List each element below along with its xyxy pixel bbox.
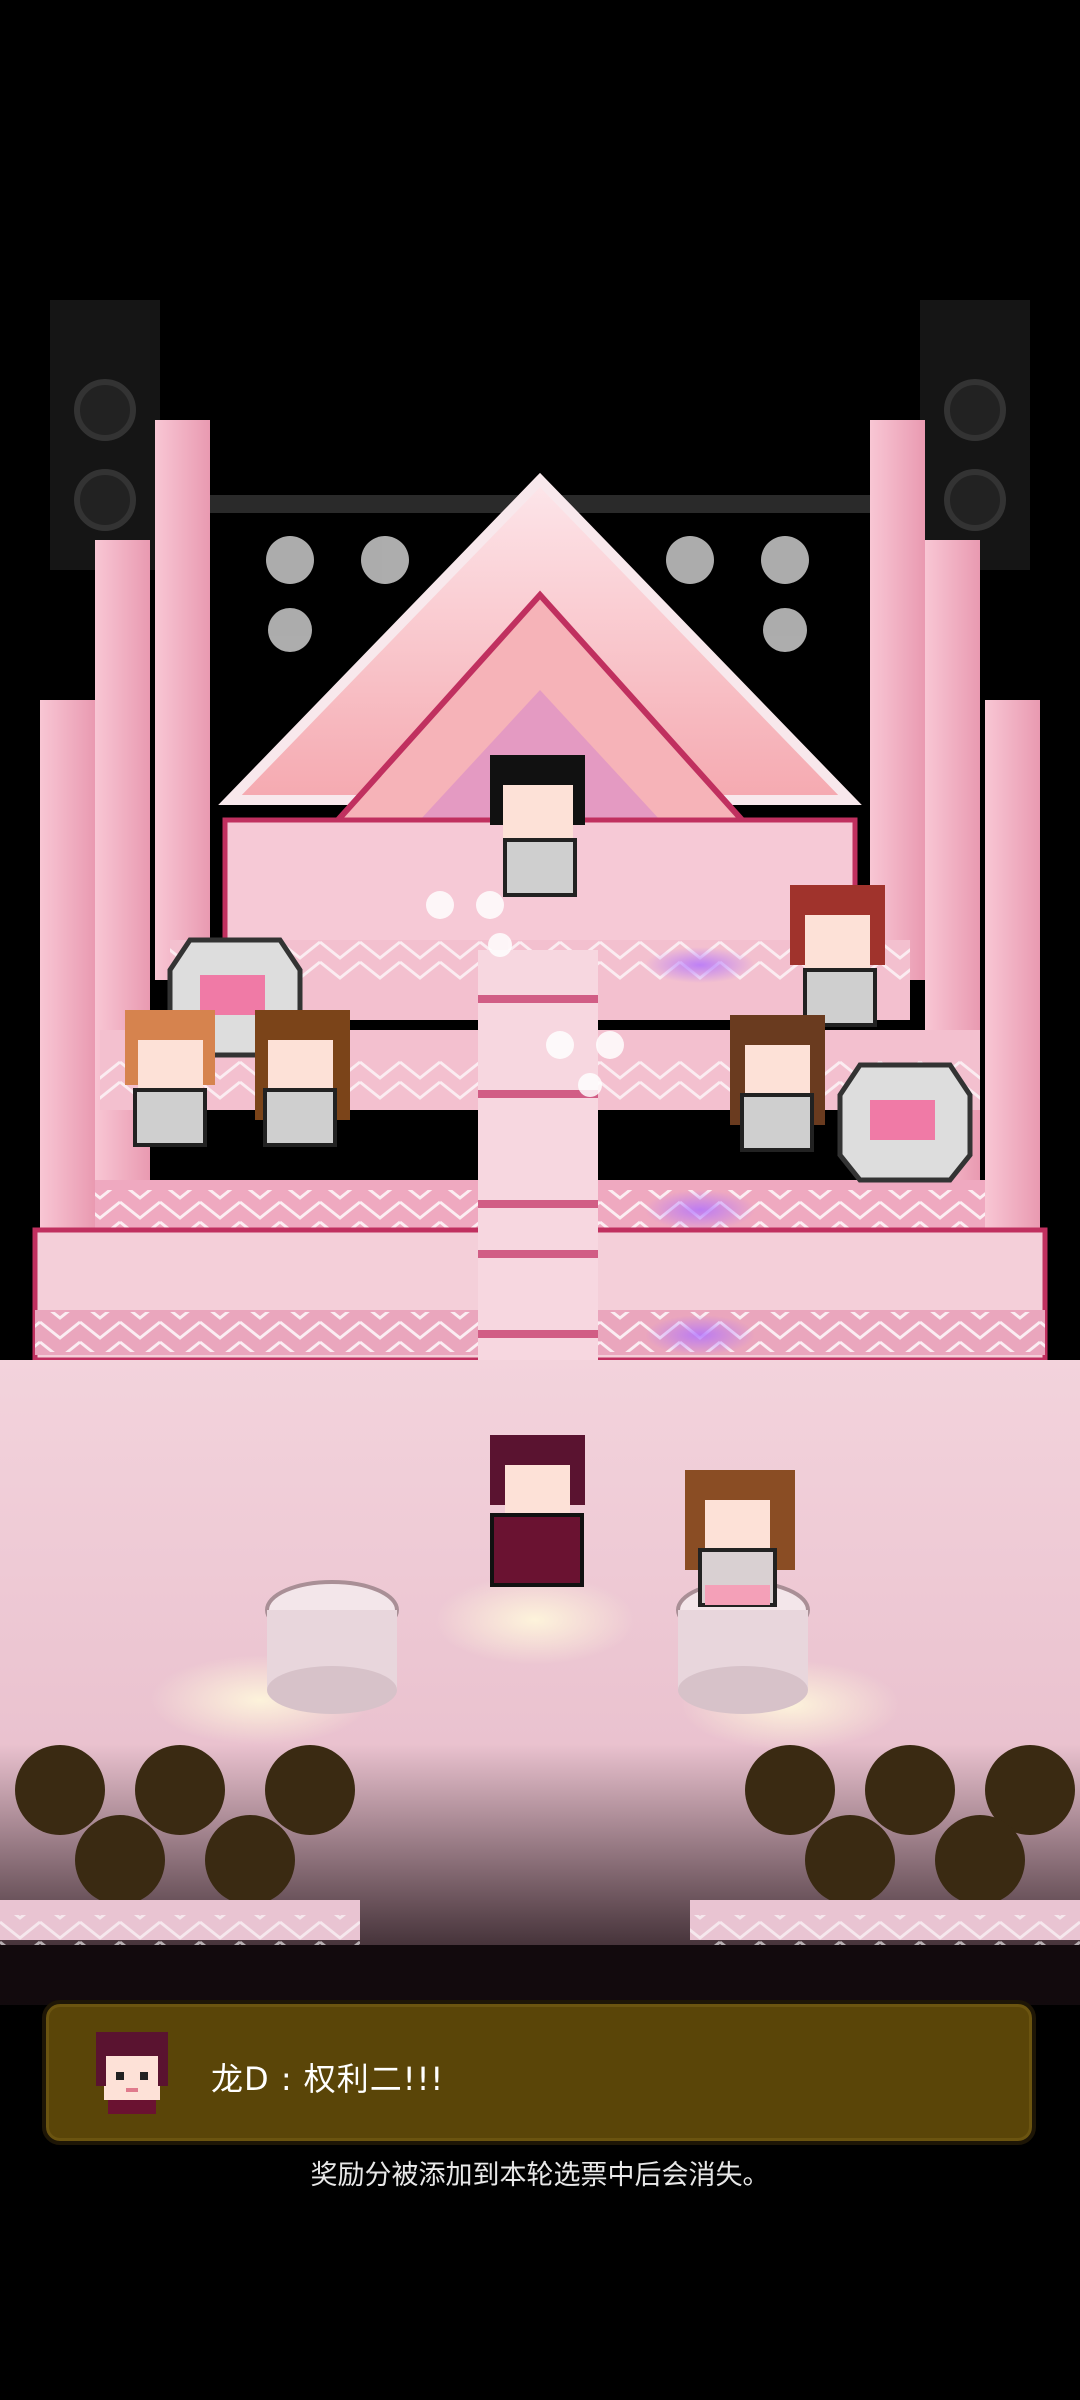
dialog-text: 龙D : 权利二!!! [211,2060,445,2098]
dialog-box[interactable]: 龙D : 权利二!!! [42,2000,1036,2145]
idol-avatar-icon [96,2032,168,2114]
hint-text: 奖励分被添加到本轮选票中后会消失。 [310,2160,770,2191]
idol-top-center [490,755,585,897]
